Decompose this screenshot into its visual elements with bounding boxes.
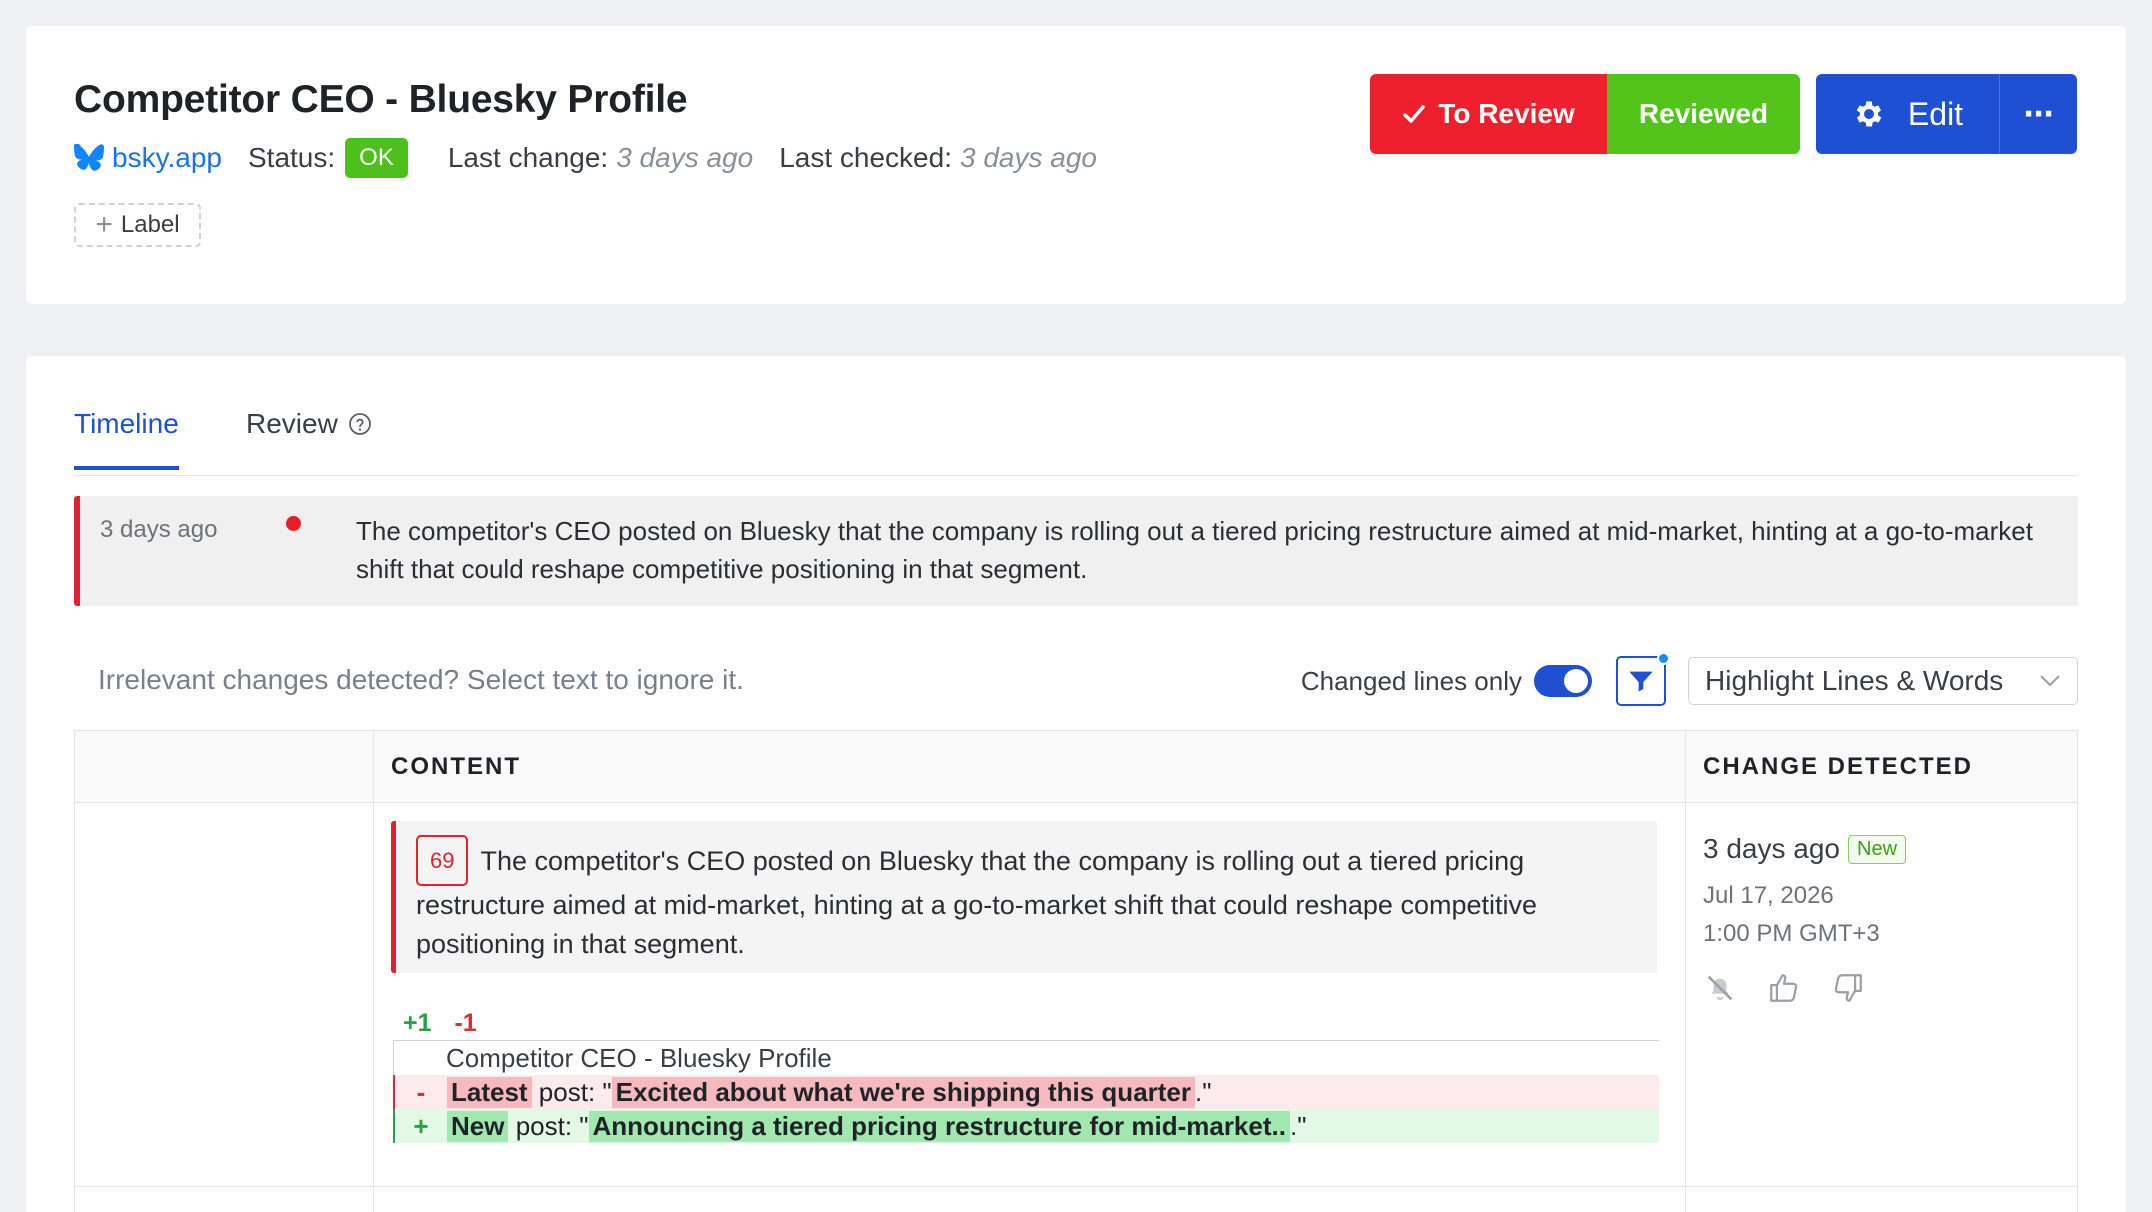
diff-context-line: Competitor CEO - Bluesky Profile xyxy=(393,1041,1659,1075)
removed-word: Latest xyxy=(447,1076,532,1108)
change-column-header: CHANGE DETECTED xyxy=(1703,753,1974,780)
meta-row: bsky.app Status: OK Last change: 3 days … xyxy=(74,138,1097,178)
removed-mid-text: post: " xyxy=(531,1076,612,1107)
diff-block[interactable]: Competitor CEO - Bluesky Profile - Lates… xyxy=(393,1040,1659,1143)
chevron-down-icon xyxy=(2040,675,2060,687)
tab-review-label: Review xyxy=(246,408,338,439)
site-link-label: bsky.app xyxy=(112,142,222,173)
highlight-mode-select[interactable]: Highlight Lines & Words xyxy=(1688,657,2078,705)
gear-icon xyxy=(1856,101,1882,127)
changed-lines-toggle[interactable] xyxy=(1534,665,1592,697)
diff-sign-removed: - xyxy=(416,1076,426,1107)
last-checked-label: Last checked: xyxy=(779,142,952,173)
column-divider xyxy=(1685,731,1686,1212)
status-label: Status: xyxy=(248,142,336,173)
changed-lines-label: Changed lines only xyxy=(1300,665,1522,696)
tab-timeline[interactable]: Timeline xyxy=(74,408,179,470)
add-label-button[interactable]: + Label xyxy=(74,203,201,247)
added-mid-text: post: " xyxy=(508,1110,589,1141)
status-badge: OK xyxy=(345,138,408,178)
thumbs-down-icon[interactable] xyxy=(1831,971,1865,1005)
mute-bell-icon[interactable] xyxy=(1703,971,1737,1005)
main-card: Timeline Review 3 days ago The competito… xyxy=(26,356,2126,1212)
edit-label: Edit xyxy=(1907,95,1964,132)
change-datetime: Jul 17, 2026 1:00 PM GMT+3 xyxy=(1703,877,1906,953)
plus-icon: + xyxy=(95,208,113,241)
added-phrase: Announcing a tiered pricing restructure … xyxy=(588,1110,1290,1142)
change-summary-box: 69 The competitor's CEO posted on Bluesky… xyxy=(391,821,1657,973)
thumbs-up-icon[interactable] xyxy=(1767,971,1801,1005)
tab-review[interactable]: Review xyxy=(246,408,372,466)
change-detected-cell: 3 days ago New Jul 17, 2026 1:00 PM GMT+… xyxy=(1703,821,1907,1005)
filter-button[interactable] xyxy=(1616,652,1670,706)
check-icon xyxy=(1403,105,1426,123)
change-summary-text: The competitor's CEO posted on Bluesky t… xyxy=(416,846,1538,959)
last-change-value: 3 days ago xyxy=(616,142,754,173)
change-time: 1:00 PM GMT+3 xyxy=(1703,920,1880,947)
event-summary: The competitor's CEO posted on Bluesky t… xyxy=(356,516,2033,584)
removed-count: -1 xyxy=(454,1009,477,1037)
table-header: CONTENT CHANGE DETECTED xyxy=(75,731,2077,803)
column-divider xyxy=(373,731,374,1212)
filter-active-badge xyxy=(1657,652,1670,665)
added-count: +1 xyxy=(403,1009,432,1037)
tab-timeline-label: Timeline xyxy=(74,408,179,439)
more-options-button[interactable]: ⋯ xyxy=(1999,74,2077,154)
to-review-button[interactable]: To Review xyxy=(1370,74,1607,154)
help-circle-icon xyxy=(348,413,371,435)
header-card: Competitor CEO - Bluesky Profile bsky.ap… xyxy=(26,26,2126,304)
diff-toolbar: Changed lines only Highlight Lines & Wor… xyxy=(1300,652,2078,706)
removed-end-text: ." xyxy=(1195,1076,1212,1107)
change-date: Jul 17, 2026 xyxy=(1703,882,1834,909)
filter-icon xyxy=(1629,671,1653,692)
change-relative-row: 3 days ago New xyxy=(1703,833,1907,865)
reviewed-label: Reviewed xyxy=(1638,98,1769,129)
row-divider xyxy=(75,1186,2077,1187)
review-button-group: To Review Reviewed xyxy=(1370,74,1800,154)
diff-context-text: Competitor CEO - Bluesky Profile xyxy=(446,1042,832,1073)
new-badge: New xyxy=(1848,834,1907,864)
bluesky-butterfly-icon xyxy=(74,144,104,171)
add-label-text: Label xyxy=(120,211,180,238)
importance-score-badge: 69 xyxy=(416,835,469,886)
tab-bar: Timeline Review xyxy=(74,386,2078,476)
page-title: Competitor CEO - Bluesky Profile xyxy=(74,78,688,121)
changes-table: CONTENT CHANGE DETECTED 69 The competitor… xyxy=(74,730,2078,1212)
reviewed-button[interactable]: Reviewed xyxy=(1607,74,1800,154)
to-review-label: To Review xyxy=(1438,98,1575,129)
feedback-actions xyxy=(1703,971,1906,1005)
edit-button-group: Edit ⋯ xyxy=(1816,74,2077,154)
change-relative-time: 3 days ago xyxy=(1703,833,1840,864)
content-column-header: CONTENT xyxy=(391,753,521,780)
added-end-text: ." xyxy=(1289,1110,1307,1141)
change-summary: 69 The competitor's CEO posted on Bluesky… xyxy=(416,835,1617,964)
diff-counts: +1 -1 xyxy=(403,1009,477,1038)
timeline-event[interactable]: 3 days ago The competitor's CEO posted o… xyxy=(74,496,2078,606)
last-change-label: Last change: xyxy=(447,142,609,173)
site-link[interactable]: bsky.app xyxy=(74,142,222,174)
event-status-dot xyxy=(286,516,301,531)
diff-added-line: + New post: " Announcing a tiered pricing… xyxy=(393,1109,1659,1143)
diff-removed-line: - Latest post: " Excited about what we're… xyxy=(393,1075,1659,1109)
added-word: New xyxy=(447,1110,509,1142)
ignore-hint: Irrelevant changes detected? Select text… xyxy=(98,664,744,695)
highlight-mode-value: Highlight Lines & Words xyxy=(1705,665,2004,696)
diff-sign-added: + xyxy=(413,1110,429,1141)
last-checked-value: 3 days ago xyxy=(959,142,1097,173)
edit-button[interactable]: Edit xyxy=(1816,74,1999,154)
event-time: 3 days ago xyxy=(100,516,218,543)
removed-phrase: Excited about what we're shipping this q… xyxy=(611,1076,1196,1108)
